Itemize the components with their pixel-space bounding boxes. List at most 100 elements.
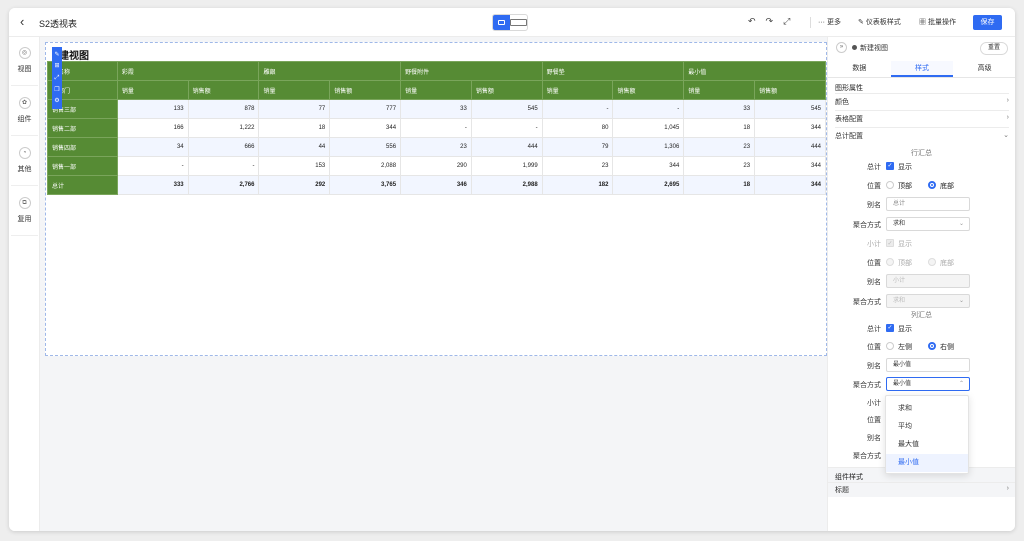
col-header-measure[interactable]: 销售额 <box>612 80 685 100</box>
color-config-row[interactable]: 颜色 › <box>835 97 1009 107</box>
col-header-measure[interactable]: 销售额 <box>187 80 260 100</box>
row-header-dept[interactable]: 销售四部 <box>47 137 118 157</box>
col-header-measure[interactable]: 销量 <box>116 80 189 100</box>
table-cell[interactable]: 878 <box>187 99 260 119</box>
table-cell[interactable]: 1,999 <box>470 156 543 176</box>
table-cell[interactable]: 292 <box>258 175 331 195</box>
table-cell[interactable]: 346 <box>400 175 472 195</box>
sidebar-item-view[interactable]: ◎ 视图 <box>9 47 40 74</box>
table-cell[interactable]: 18 <box>258 118 331 138</box>
sidebar-item-other[interactable]: ◔ 其他 <box>9 147 40 174</box>
row-subtotal-alias-input[interactable]: 小计 <box>886 274 970 288</box>
row-total-alias-input[interactable]: 总计 <box>886 197 970 211</box>
save-button[interactable]: 保存 <box>973 15 1002 30</box>
sidebar-item-component[interactable]: ✿ 组件 <box>9 97 40 124</box>
expand-icon[interactable]: ⤢ <box>55 75 60 81</box>
col-total-left-radio[interactable] <box>886 342 894 350</box>
col-header-measure[interactable]: 销量 <box>258 80 331 100</box>
dropdown-option-max[interactable]: 最大值 <box>886 436 968 454</box>
table-config-row[interactable]: 表格配置 › <box>835 114 1009 124</box>
back-icon[interactable]: ‹ <box>20 15 24 29</box>
undo-icon[interactable]: ↶ <box>748 16 756 27</box>
table-cell[interactable]: 44 <box>258 137 331 157</box>
row-subtotal-show-checkbox[interactable]: ✓ <box>886 239 894 247</box>
tab-data[interactable]: 数据 <box>828 61 891 77</box>
col-header-measure[interactable]: 销量 <box>400 80 472 100</box>
table-cell[interactable]: - <box>187 156 260 176</box>
copy-icon[interactable]: ❐ <box>54 87 59 93</box>
row-header-dept[interactable]: 销售一部 <box>47 156 118 176</box>
table-cell[interactable]: 1,306 <box>612 137 685 157</box>
row-total-agg-select[interactable]: 求和 ⌄ <box>886 217 970 231</box>
table-cell[interactable]: 777 <box>329 99 402 119</box>
table-cell[interactable]: - <box>470 118 543 138</box>
table-cell[interactable]: - <box>612 99 685 119</box>
reset-button[interactable]: 重置 <box>980 42 1008 55</box>
table-cell[interactable]: 23 <box>400 137 472 157</box>
col-header-product[interactable]: 雕銀 <box>258 61 402 81</box>
tab-advanced[interactable]: 高级 <box>953 61 1015 77</box>
fullscreen-icon[interactable]: ⤢ <box>783 16 790 27</box>
table-cell[interactable]: 34 <box>116 137 189 157</box>
table-cell[interactable]: 133 <box>116 99 189 119</box>
sidebar-item-reuse[interactable]: ⧉ 复用 <box>9 197 40 224</box>
col-header-measure[interactable]: 销售额 <box>329 80 402 100</box>
col-header-measure[interactable]: 销售额 <box>754 80 826 100</box>
table-cell[interactable]: 80 <box>541 118 614 138</box>
table-cell[interactable]: 2,766 <box>187 175 260 195</box>
table-cell[interactable]: 344 <box>754 118 826 138</box>
table-cell[interactable]: 153 <box>258 156 331 176</box>
table-cell[interactable]: 444 <box>470 137 543 157</box>
row-total-top-radio[interactable] <box>886 181 894 189</box>
col-header-measure[interactable]: 销量 <box>541 80 614 100</box>
table-cell[interactable]: 166 <box>116 118 189 138</box>
row-subtotal-top-radio[interactable] <box>886 258 894 266</box>
table-cell[interactable]: 2,988 <box>470 175 543 195</box>
row-total-show-checkbox[interactable]: ✓ <box>886 162 894 170</box>
table-cell[interactable]: 333 <box>116 175 189 195</box>
table-cell[interactable]: 23 <box>683 137 756 157</box>
dashboard-style-button[interactable]: ✎ 仪表板样式 <box>858 17 901 27</box>
col-header-measure[interactable]: 销售额 <box>470 80 543 100</box>
col-header-measure[interactable]: 销量 <box>683 80 756 100</box>
table-cell[interactable]: 33 <box>683 99 756 119</box>
settings-icon[interactable]: ⚙ <box>54 98 59 104</box>
table-cell[interactable]: 77 <box>258 99 331 119</box>
table-cell[interactable]: 79 <box>541 137 614 157</box>
table-cell[interactable]: 344 <box>612 156 685 176</box>
table-cell[interactable]: 33 <box>400 99 472 119</box>
table-cell[interactable]: 182 <box>541 175 614 195</box>
edit-icon[interactable]: ✎ <box>54 52 59 58</box>
title-config-row[interactable]: 标题 › <box>835 485 1009 495</box>
more-button[interactable]: ··· 更多 <box>818 17 841 27</box>
table-cell[interactable]: 3,765 <box>329 175 402 195</box>
row-subtotal-agg-select[interactable]: 求和 ⌄ <box>886 294 970 308</box>
total-config-row[interactable]: 总计配置 ⌄ <box>835 131 1009 141</box>
col-total-right-radio[interactable] <box>928 342 936 350</box>
redo-icon[interactable]: ↷ <box>766 16 774 27</box>
table-cell[interactable]: 2,088 <box>329 156 402 176</box>
batch-operation-button[interactable]: ▦ 批量操作 <box>919 17 956 27</box>
table-cell[interactable]: 344 <box>754 175 826 195</box>
table-cell[interactable]: 545 <box>754 99 826 119</box>
drill-icon[interactable]: ⊞ <box>54 63 59 69</box>
table-cell[interactable]: 545 <box>470 99 543 119</box>
col-header-product[interactable]: 彩霞 <box>116 61 260 81</box>
table-cell[interactable]: - <box>400 118 472 138</box>
row-subtotal-bottom-radio[interactable] <box>928 258 936 266</box>
row-total-bottom-radio[interactable] <box>928 181 936 189</box>
tablet-icon[interactable] <box>510 15 527 30</box>
pivot-chart-card[interactable]: 品名称彩霞雕銀野餐附件野餐垫最小值售部门销量销售额销量销售额销量销售额销量销售额… <box>45 42 827 356</box>
table-cell[interactable]: 290 <box>400 156 472 176</box>
table-cell[interactable]: - <box>116 156 189 176</box>
table-cell[interactable]: 556 <box>329 137 402 157</box>
table-cell[interactable]: 344 <box>754 156 826 176</box>
col-total-show-checkbox[interactable]: ✓ <box>886 324 894 332</box>
table-cell[interactable]: 23 <box>683 156 756 176</box>
col-header-product[interactable]: 野餐垫 <box>541 61 685 81</box>
dropdown-option-min[interactable]: 最小值 <box>886 454 968 472</box>
table-cell[interactable]: 666 <box>187 137 260 157</box>
row-header-dept[interactable]: 销售二部 <box>47 118 118 138</box>
collapse-icon[interactable]: » <box>836 42 847 53</box>
tab-style[interactable]: 样式 <box>890 61 954 77</box>
